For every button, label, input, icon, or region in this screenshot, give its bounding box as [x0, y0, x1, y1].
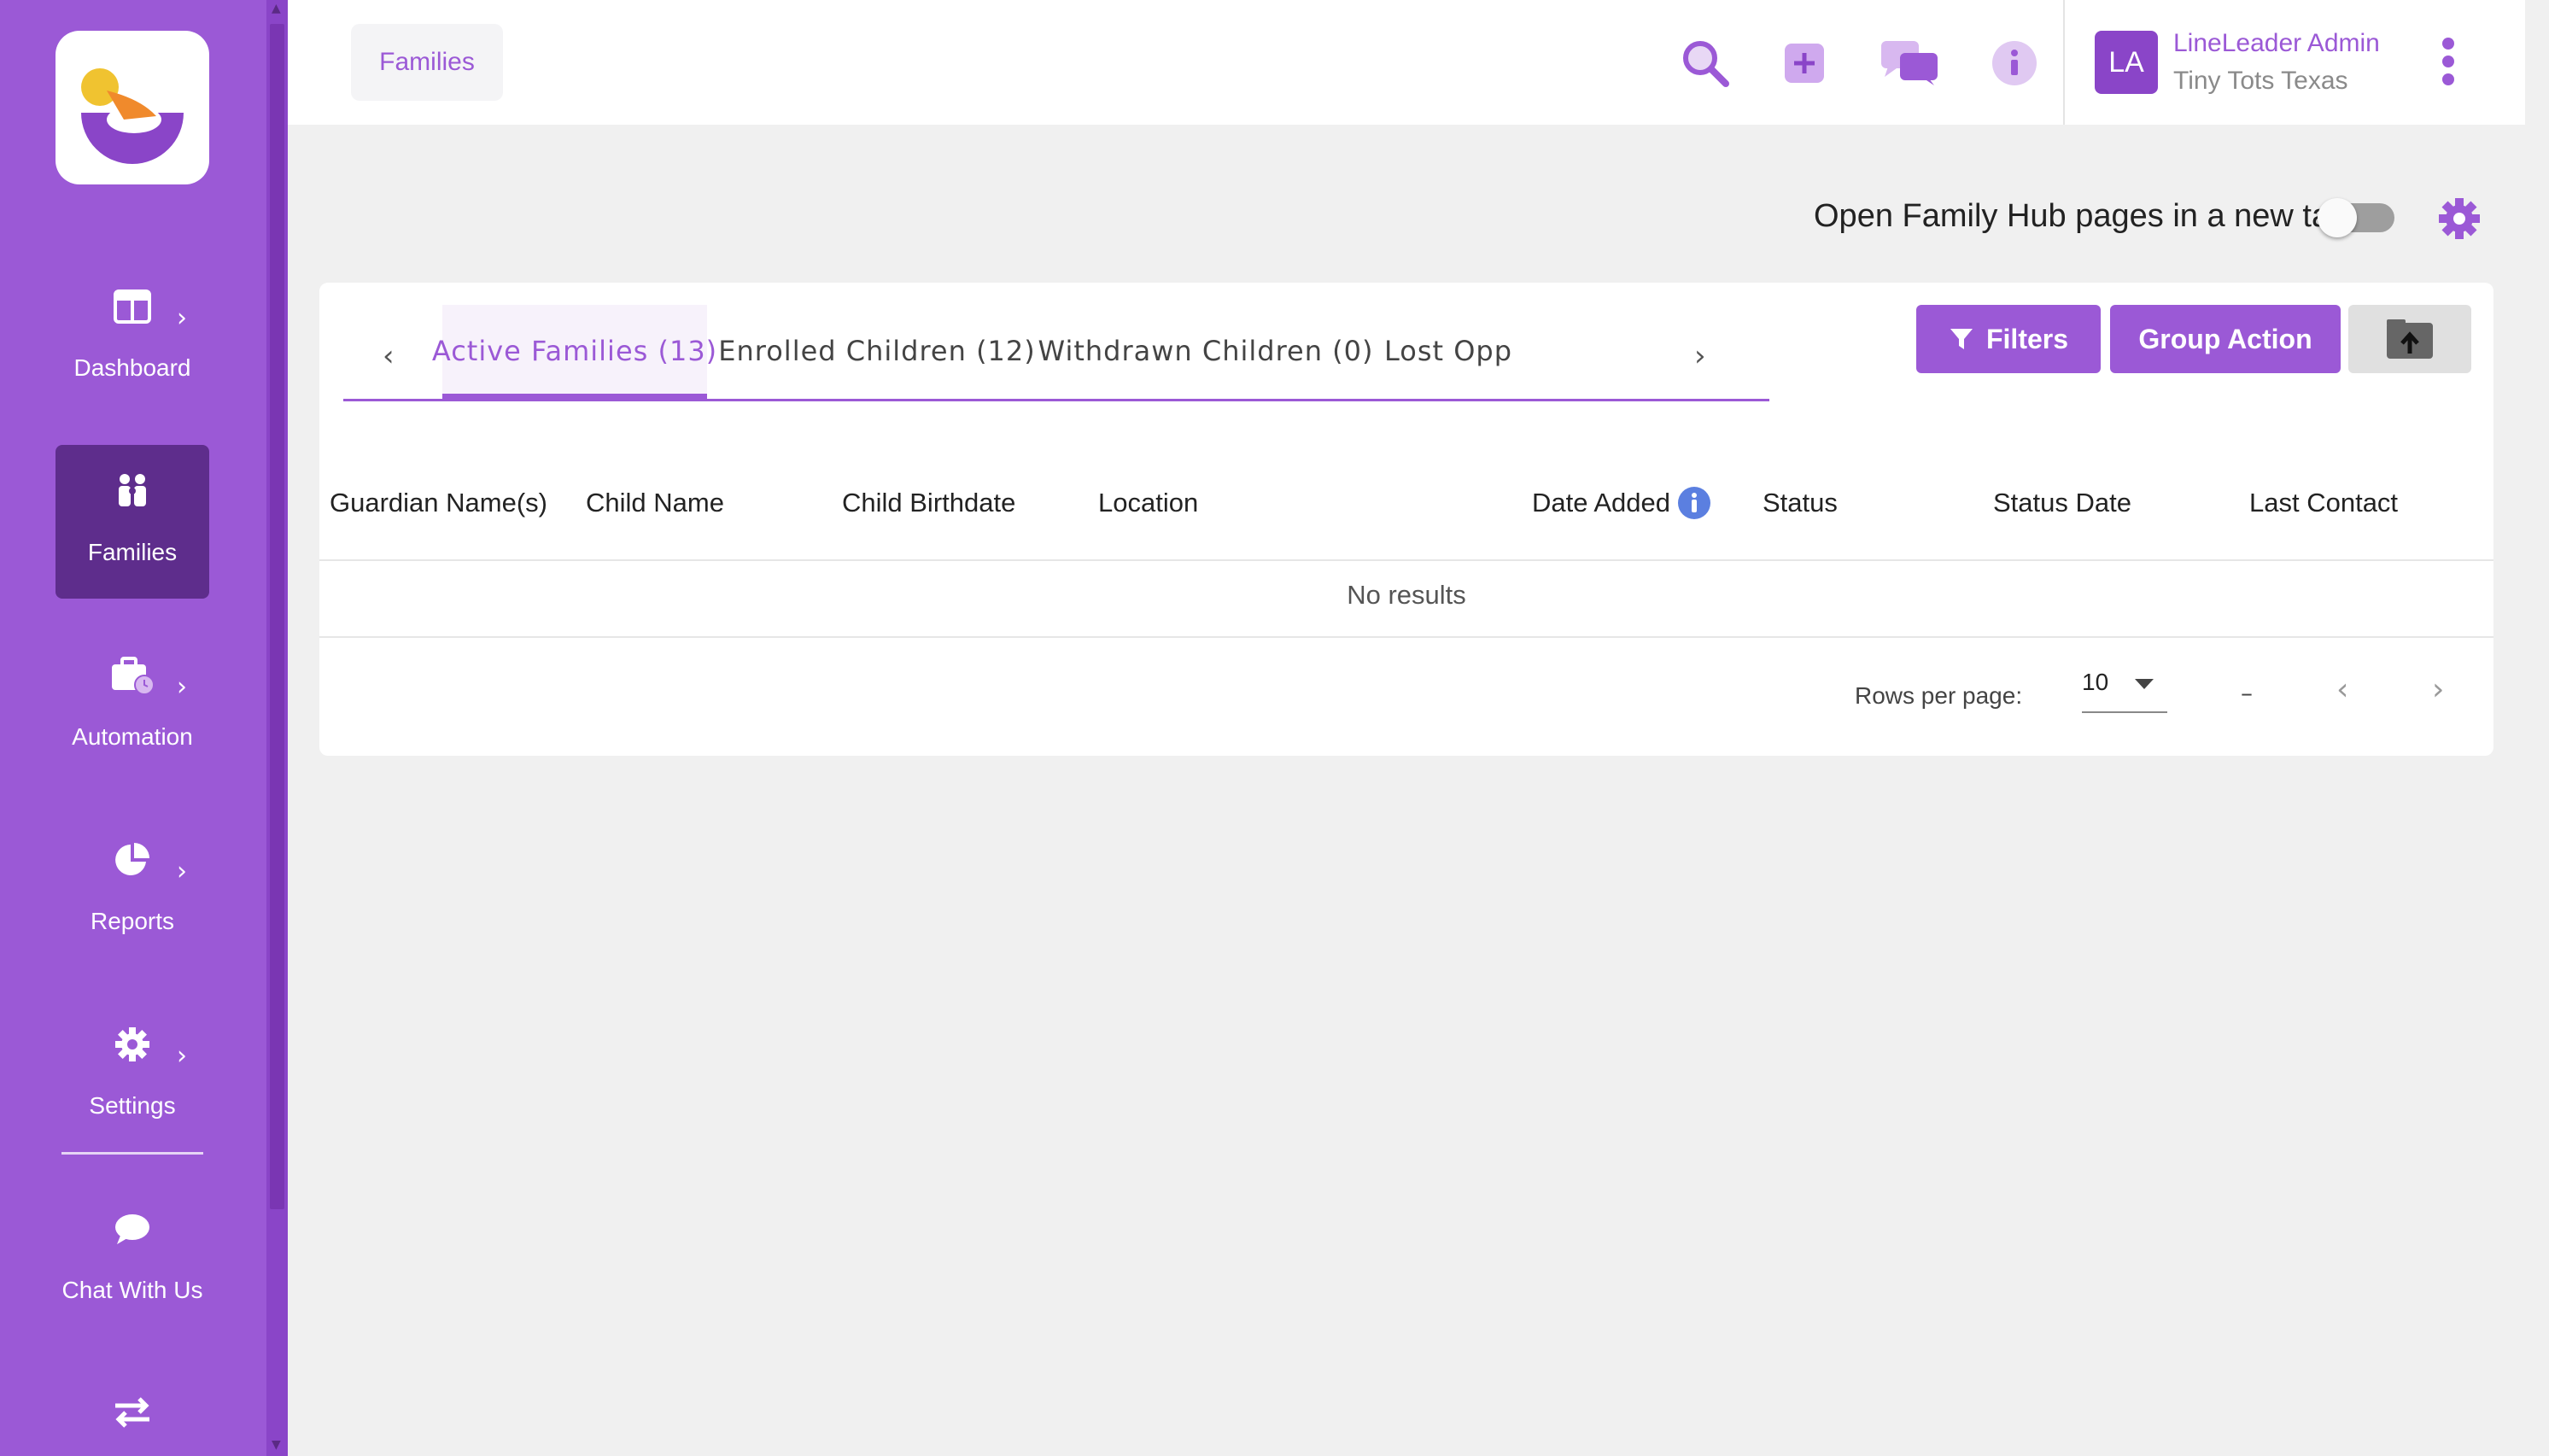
- previous-page-icon[interactable]: ‹: [2336, 672, 2348, 707]
- column-header[interactable]: Status Date: [1993, 488, 2131, 518]
- column-header[interactable]: Guardian Name(s): [330, 488, 547, 518]
- chat-bubble-icon: [56, 1205, 209, 1253]
- sidebar-item-label: Dashboard: [73, 354, 191, 381]
- info-icon[interactable]: [1989, 38, 2040, 89]
- column-header[interactable]: Child Name: [586, 488, 724, 518]
- sidebar-item-switch[interactable]: [56, 1366, 209, 1456]
- sidebar-item-settings[interactable]: › Settings: [56, 998, 209, 1152]
- chevron-down-icon: [2135, 679, 2154, 689]
- chevron-right-icon: ›: [177, 1041, 187, 1071]
- chevron-right-icon: ›: [177, 303, 187, 333]
- table-divider: [319, 636, 2493, 638]
- breadcrumb[interactable]: Families: [351, 24, 503, 101]
- group-action-button[interactable]: Group Action: [2110, 305, 2341, 373]
- column-header[interactable]: Location: [1098, 488, 1198, 518]
- upload-button[interactable]: [2348, 305, 2471, 373]
- scrollbar-thumb[interactable]: [270, 24, 284, 1209]
- sidebar-item-chat[interactable]: Chat With Us: [56, 1183, 209, 1336]
- table-header: Guardian Name(s) Child Name Child Birthd…: [319, 486, 2493, 539]
- tab-scroll-left-icon[interactable]: ‹: [383, 339, 395, 373]
- sidebar-item-label: Families: [87, 539, 178, 565]
- top-bar: Families LA LineLeader Admin Tiny Tots T…: [288, 0, 2525, 125]
- upload-icon: [2387, 319, 2433, 359]
- filters-label: Filters: [1985, 323, 2069, 354]
- scroll-down-icon[interactable]: ▼: [272, 1438, 281, 1452]
- sidebar-scrollbar[interactable]: ▲ ▼: [266, 0, 288, 1456]
- rows-per-page-label: Rows per page:: [1855, 682, 2023, 709]
- chevron-right-icon: ›: [177, 857, 187, 886]
- messages-icon[interactable]: [1876, 38, 1944, 89]
- sidebar-item-automation[interactable]: › Automation: [56, 629, 209, 783]
- sidebar-divider: [61, 1152, 203, 1155]
- tab-active-families[interactable]: Active Families (13): [432, 305, 716, 397]
- tab-lost-opp[interactable]: Lost Opp: [1380, 305, 1517, 397]
- column-header[interactable]: Date Added: [1532, 488, 1670, 518]
- rows-per-page-select[interactable]: 10: [2082, 669, 2167, 713]
- sidebar-item-label: Reports: [90, 908, 175, 934]
- avatar[interactable]: LA: [2095, 31, 2158, 94]
- column-header[interactable]: Status: [1763, 488, 1838, 518]
- header-divider: [2063, 0, 2065, 125]
- new-tab-toggle[interactable]: [2318, 198, 2394, 237]
- tab-withdrawn-children[interactable]: Withdrawn Children (0): [1038, 305, 1373, 397]
- filter-icon: [1950, 329, 1973, 349]
- date-added-info-icon[interactable]: [1677, 486, 1711, 520]
- table-divider: [319, 559, 2493, 561]
- column-header[interactable]: Child Birthdate: [842, 488, 1015, 518]
- settings-gear-icon[interactable]: [2435, 195, 2483, 243]
- add-icon[interactable]: [1779, 38, 1830, 89]
- scroll-up-icon[interactable]: ▲: [272, 2, 281, 15]
- logo-icon: [81, 68, 184, 164]
- toggle-knob[interactable]: [2318, 198, 2357, 237]
- empty-state-text: No results: [1347, 580, 1466, 610]
- search-icon[interactable]: [1680, 38, 1731, 89]
- rows-per-page-value: 10: [2082, 669, 2109, 695]
- families-icon: [56, 467, 209, 515]
- more-menu-icon[interactable]: [2438, 38, 2458, 91]
- tab-scroll-right-icon[interactable]: ›: [1694, 339, 1706, 373]
- user-organization: Tiny Tots Texas: [2173, 67, 2348, 95]
- next-page-icon[interactable]: ›: [2432, 672, 2444, 707]
- user-name[interactable]: LineLeader Admin: [2173, 29, 2380, 58]
- sidebar-item-label: Settings: [89, 1092, 176, 1119]
- sidebar: › Dashboard Families › Automation › Repo…: [0, 0, 266, 1456]
- app-logo[interactable]: [56, 31, 209, 184]
- column-header[interactable]: Last Contact: [2249, 488, 2398, 518]
- families-card: ‹ Active Families (13) Enrolled Children…: [319, 283, 2493, 756]
- sidebar-item-families[interactable]: Families: [56, 445, 209, 599]
- sidebar-item-label: Automation: [72, 723, 193, 750]
- page-range: –: [2241, 679, 2253, 707]
- sidebar-item-label: Chat With Us: [61, 1277, 203, 1303]
- new-tab-toggle-label: Open Family Hub pages in a new tab: [1814, 198, 2348, 234]
- swap-arrows-icon: [56, 1389, 209, 1436]
- tab-bar: ‹ Active Families (13) Enrolled Children…: [343, 305, 1769, 401]
- filters-button[interactable]: Filters: [1916, 305, 2101, 373]
- tab-active-indicator: [442, 394, 707, 401]
- sidebar-item-dashboard[interactable]: › Dashboard: [56, 260, 209, 414]
- sidebar-item-reports[interactable]: › Reports: [56, 814, 209, 968]
- tab-enrolled-children[interactable]: Enrolled Children (12): [718, 305, 1034, 397]
- chevron-right-icon: ›: [177, 672, 187, 702]
